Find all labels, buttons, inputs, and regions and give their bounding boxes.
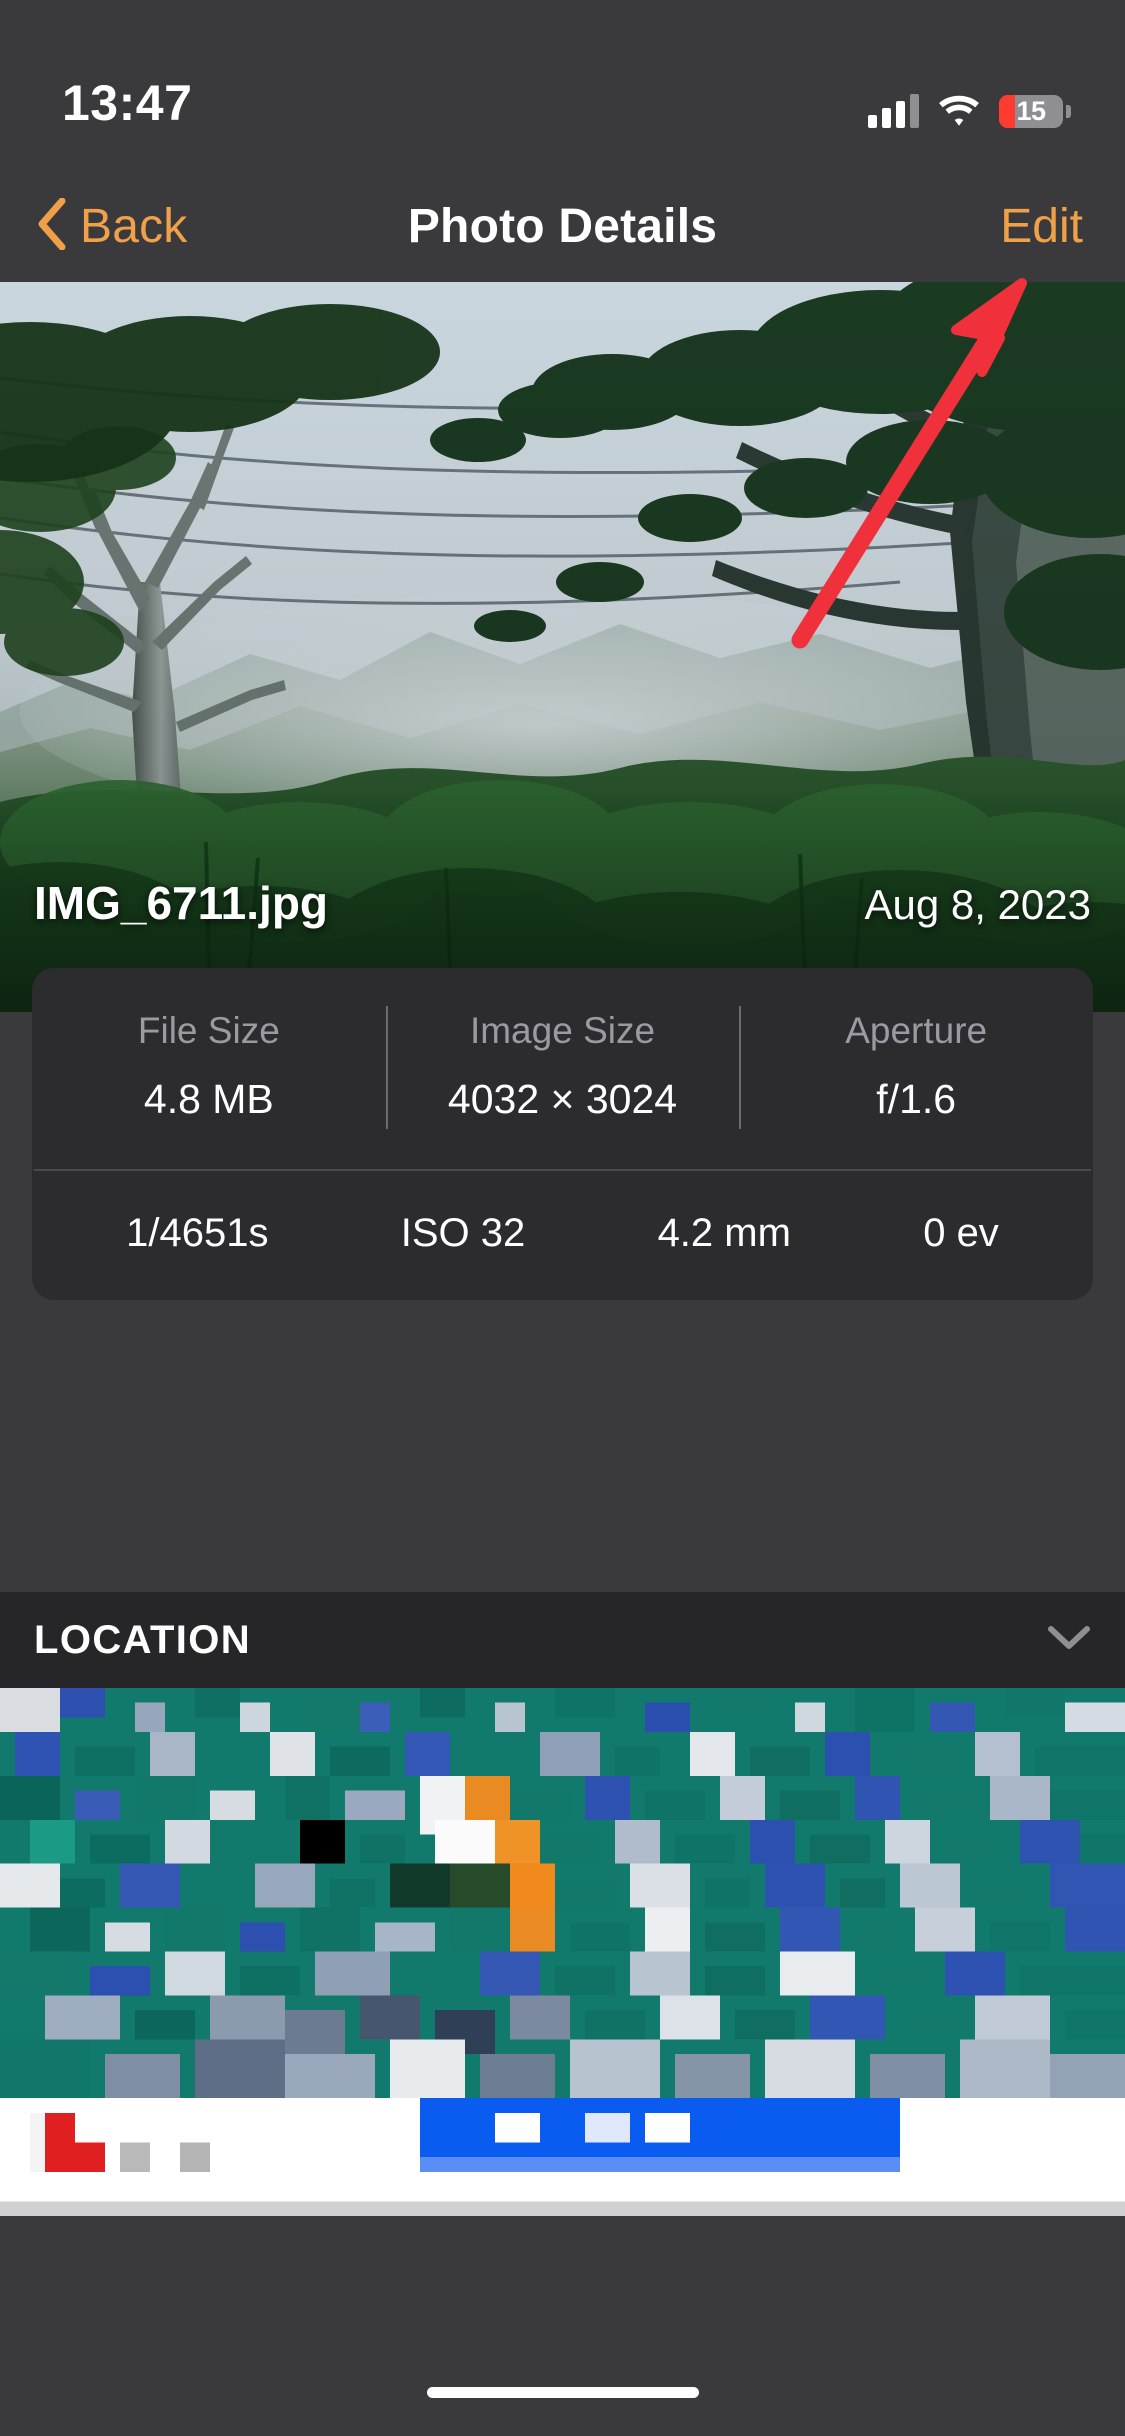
map-pixelated-image (0, 1688, 1125, 2098)
back-button[interactable]: Back (36, 197, 188, 255)
metadata-secondary-row: 1/4651s ISO 32 4.2 mm 0 ev (32, 1171, 1093, 1300)
metadata-focal-length: 4.2 mm (657, 1211, 791, 1255)
metadata-iso: ISO 32 (400, 1211, 526, 1255)
chevron-left-icon (36, 197, 66, 255)
battery-level-label: 15 (1016, 95, 1046, 126)
status-bar: 13:47 15 (0, 0, 1125, 170)
metadata-label: Aperture (845, 1010, 988, 1051)
map-bottom-strip (0, 2098, 1125, 2216)
metadata-card: File Size 4.8 MB Image Size 4032 × 3024 … (32, 968, 1093, 1300)
chevron-down-icon[interactable] (1047, 1625, 1091, 1656)
metadata-value: 4.8 MB (143, 1076, 274, 1122)
bottom-safe-area (0, 2216, 1125, 2436)
status-bar-indicators: 15 (868, 94, 1071, 128)
home-indicator[interactable] (426, 2387, 699, 2398)
metadata-primary-row: File Size 4.8 MB Image Size 4032 × 3024 … (32, 968, 1093, 1169)
metadata-shutter-speed: 1/4651s (126, 1211, 269, 1255)
metadata-label: Image Size (469, 1010, 656, 1051)
metadata-region: File Size 4.8 MB Image Size 4032 × 3024 … (0, 968, 1125, 1592)
status-bar-time: 13:47 (62, 75, 193, 131)
metadata-label: File Size (137, 1010, 280, 1051)
photo-filename: IMG_6711.jpg (34, 877, 329, 929)
battery-icon: 15 (999, 94, 1071, 128)
photo-preview[interactable]: IMG_6711.jpg Aug 8, 2023 (0, 282, 1125, 1012)
metadata-aperture: Aperture f/1.6 (739, 1006, 1093, 1129)
cellular-bars-icon (868, 94, 919, 128)
metadata-file-size: File Size 4.8 MB (32, 1010, 386, 1123)
metadata-image-size: Image Size 4032 × 3024 (385, 1006, 740, 1129)
metadata-value: f/1.6 (876, 1076, 957, 1122)
map-strip-pixels (0, 2098, 1125, 2216)
location-section-header[interactable]: LOCATION (0, 1592, 1125, 1688)
photo-date: Aug 8, 2023 (864, 881, 1091, 928)
location-section-title: LOCATION (34, 1617, 252, 1662)
metadata-value: 4032 × 3024 (447, 1076, 678, 1122)
back-button-label: Back (80, 199, 188, 253)
photo-details-screen: 13:47 15 Back Photo Details Edit IMG_671… (0, 0, 1125, 2436)
location-map-preview[interactable] (0, 1688, 1125, 2098)
wifi-icon (937, 94, 981, 128)
photo-caption-bar: IMG_6711.jpg Aug 8, 2023 (0, 876, 1125, 930)
navigation-bar: Back Photo Details Edit (0, 170, 1125, 282)
edit-button[interactable]: Edit (1000, 199, 1089, 254)
metadata-exposure-value: 0 ev (923, 1211, 999, 1255)
